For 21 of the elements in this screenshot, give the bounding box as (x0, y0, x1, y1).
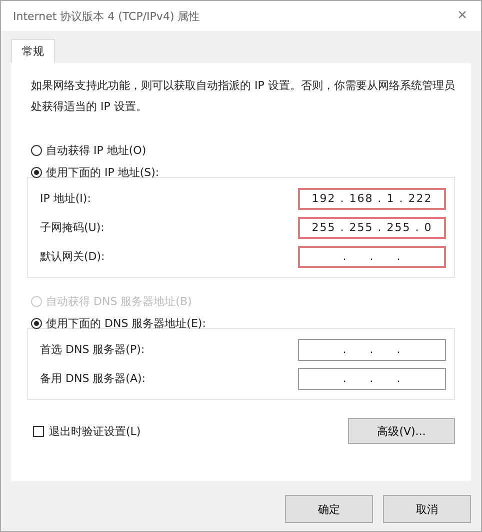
dialog-button[interactable]: 确定 (285, 495, 373, 523)
intro-text: 如果网络支持此功能，则可以获取自动指派的 IP 设置。否则，你需要从网络系统管理员处获得适当的 IP 设置。 (31, 78, 455, 115)
radio-option[interactable]: 使用下面的 DNS 服务器地址(E): (31, 312, 455, 334)
field-label: 备用 DNS 服务器(A): (40, 371, 146, 386)
window-title: Internet 协议版本 4 (TCP/IPv4) 属性 (13, 8, 200, 24)
validate-checkbox[interactable]: 退出时验证设置(L) (33, 424, 141, 438)
field-label: 子网掩码(U): (40, 220, 104, 235)
tab[interactable]: 常规 (11, 39, 55, 63)
ip-field[interactable]: . . . (298, 368, 446, 390)
radio-option[interactable]: 使用下面的 IP 地址(S): (31, 161, 455, 183)
ip-field[interactable]: . . . (298, 246, 446, 268)
field-label: 默认网关(D): (40, 249, 105, 264)
field-label: 首选 DNS 服务器(P): (40, 342, 145, 357)
ip-field[interactable]: 192 . 168 . 1 . 222 (298, 188, 446, 210)
close-button[interactable]: × (454, 7, 471, 25)
field-label: IP 地址(I): (40, 191, 91, 206)
ip-field[interactable]: . . . (298, 338, 446, 360)
dialog-button[interactable]: 取消 (383, 495, 471, 523)
radio-option[interactable]: 自动获得 IP 地址(O) (31, 139, 455, 161)
ip-field[interactable]: 255 . 255 . 255 . 0 (298, 216, 446, 238)
advanced-button[interactable]: 高级(V)... (348, 418, 455, 444)
